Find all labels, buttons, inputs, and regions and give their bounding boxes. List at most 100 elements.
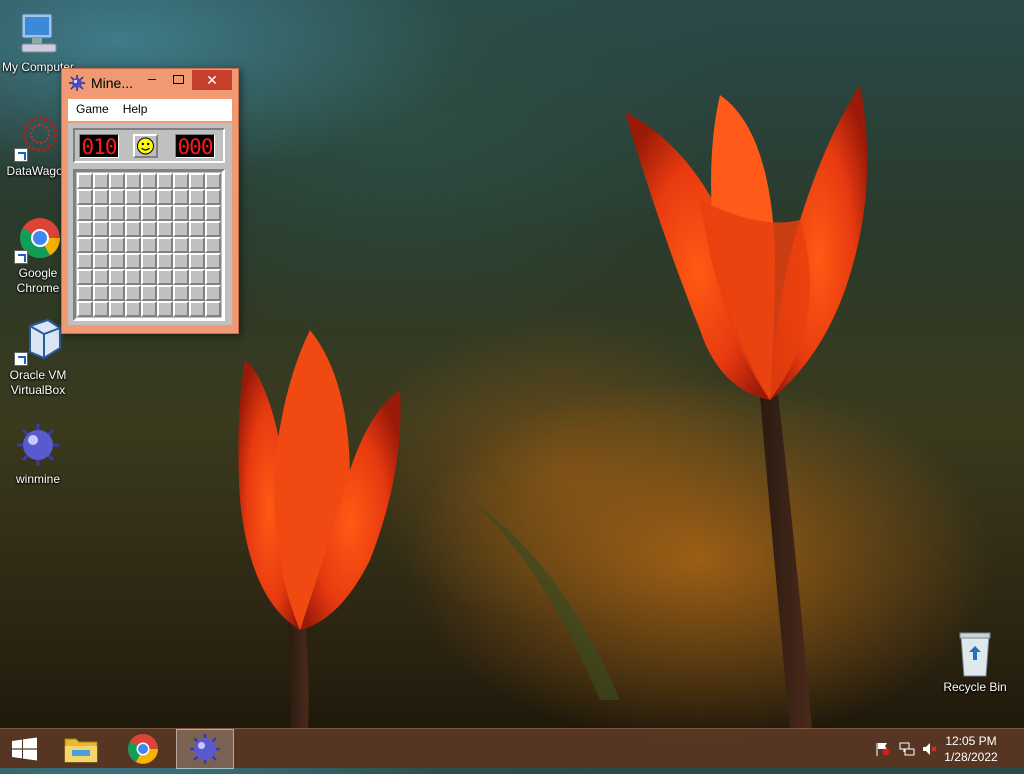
- desktop-icon-my-computer[interactable]: My Computer: [0, 10, 76, 75]
- action-center-flag-icon[interactable]: [875, 742, 891, 756]
- mine-cell[interactable]: [173, 205, 189, 221]
- mine-cell[interactable]: [77, 173, 93, 189]
- mine-cell[interactable]: [189, 189, 205, 205]
- mine-cell[interactable]: [205, 221, 221, 237]
- mine-cell[interactable]: [189, 253, 205, 269]
- mine-cell[interactable]: [205, 189, 221, 205]
- menu-help[interactable]: Help: [115, 99, 154, 116]
- mine-cell[interactable]: [141, 301, 157, 317]
- mine-cell[interactable]: [205, 269, 221, 285]
- mine-cell[interactable]: [157, 173, 173, 189]
- mine-cell[interactable]: [205, 253, 221, 269]
- mine-cell[interactable]: [109, 237, 125, 253]
- mine-cell[interactable]: [173, 237, 189, 253]
- taskbar-google-chrome[interactable]: [114, 729, 172, 769]
- mine-cell[interactable]: [141, 253, 157, 269]
- mine-cell[interactable]: [157, 301, 173, 317]
- mine-cell[interactable]: [189, 285, 205, 301]
- desktop-icon-winmine[interactable]: winmine: [0, 422, 76, 487]
- desktop-icon-recycle-bin[interactable]: Recycle Bin: [937, 630, 1013, 695]
- taskbar-file-explorer[interactable]: [52, 729, 110, 769]
- mine-cell[interactable]: [77, 221, 93, 237]
- mine-cell[interactable]: [77, 205, 93, 221]
- start-button[interactable]: [0, 729, 58, 769]
- mine-cell[interactable]: [125, 253, 141, 269]
- mine-cell[interactable]: [77, 269, 93, 285]
- close-button[interactable]: ✕: [192, 70, 232, 90]
- mine-cell[interactable]: [109, 189, 125, 205]
- mine-cell[interactable]: [173, 301, 189, 317]
- menu-game[interactable]: Game: [68, 99, 115, 116]
- mine-cell[interactable]: [109, 253, 125, 269]
- mine-cell[interactable]: [93, 173, 109, 189]
- mine-cell[interactable]: [93, 221, 109, 237]
- mine-cell[interactable]: [93, 237, 109, 253]
- mine-cell[interactable]: [109, 173, 125, 189]
- mine-cell[interactable]: [205, 301, 221, 317]
- mine-cell[interactable]: [189, 221, 205, 237]
- mine-cell[interactable]: [141, 173, 157, 189]
- mine-cell[interactable]: [77, 189, 93, 205]
- mine-cell[interactable]: [125, 221, 141, 237]
- mine-cell[interactable]: [141, 189, 157, 205]
- mine-cell[interactable]: [205, 173, 221, 189]
- mine-cell[interactable]: [125, 269, 141, 285]
- mine-cell[interactable]: [93, 301, 109, 317]
- mine-cell[interactable]: [157, 285, 173, 301]
- mine-cell[interactable]: [189, 173, 205, 189]
- mine-cell[interactable]: [189, 205, 205, 221]
- mine-cell[interactable]: [141, 269, 157, 285]
- mine-cell[interactable]: [189, 237, 205, 253]
- mine-cell[interactable]: [125, 189, 141, 205]
- mine-cell[interactable]: [173, 253, 189, 269]
- mine-cell[interactable]: [189, 301, 205, 317]
- mine-cell[interactable]: [77, 237, 93, 253]
- mine-cell[interactable]: [77, 253, 93, 269]
- mine-cell[interactable]: [125, 301, 141, 317]
- mine-cell[interactable]: [173, 221, 189, 237]
- mine-cell[interactable]: [173, 189, 189, 205]
- mine-cell[interactable]: [93, 269, 109, 285]
- minesweeper-window[interactable]: Mine... – ✕ Game Help 010 000: [61, 68, 239, 334]
- mine-cell[interactable]: [157, 189, 173, 205]
- smiley-face-button[interactable]: [133, 134, 158, 158]
- mine-cell[interactable]: [93, 205, 109, 221]
- mine-cell[interactable]: [141, 237, 157, 253]
- mine-cell[interactable]: [125, 205, 141, 221]
- mine-cell[interactable]: [205, 205, 221, 221]
- mine-cell[interactable]: [157, 221, 173, 237]
- minimize-button[interactable]: –: [139, 71, 165, 89]
- mine-cell[interactable]: [157, 237, 173, 253]
- mine-cell[interactable]: [109, 301, 125, 317]
- mine-cell[interactable]: [205, 237, 221, 253]
- maximize-button[interactable]: [165, 71, 191, 89]
- mine-cell[interactable]: [109, 285, 125, 301]
- mine-cell[interactable]: [205, 285, 221, 301]
- mine-cell[interactable]: [109, 269, 125, 285]
- mine-cell[interactable]: [125, 173, 141, 189]
- mine-cell[interactable]: [157, 205, 173, 221]
- system-clock[interactable]: 12:05 PM 1/28/2022: [936, 733, 1006, 765]
- mine-cell[interactable]: [77, 285, 93, 301]
- mine-cell[interactable]: [173, 269, 189, 285]
- mine-cell[interactable]: [157, 269, 173, 285]
- mine-cell[interactable]: [77, 301, 93, 317]
- mine-cell[interactable]: [125, 285, 141, 301]
- mine-cell[interactable]: [125, 237, 141, 253]
- network-icon[interactable]: [899, 742, 915, 756]
- mine-cell[interactable]: [109, 205, 125, 221]
- title-bar[interactable]: Mine... – ✕: [62, 69, 238, 97]
- mine-cell[interactable]: [141, 221, 157, 237]
- mine-cell[interactable]: [173, 285, 189, 301]
- mine-cell[interactable]: [141, 285, 157, 301]
- mine-cell[interactable]: [93, 285, 109, 301]
- mine-cell[interactable]: [109, 221, 125, 237]
- mine-cell[interactable]: [173, 173, 189, 189]
- taskbar-minesweeper[interactable]: [176, 729, 234, 769]
- mine-cell[interactable]: [141, 205, 157, 221]
- mine-cell[interactable]: [93, 189, 109, 205]
- smiley-face-icon: [137, 137, 154, 155]
- mine-cell[interactable]: [93, 253, 109, 269]
- mine-cell[interactable]: [157, 253, 173, 269]
- mine-cell[interactable]: [189, 269, 205, 285]
